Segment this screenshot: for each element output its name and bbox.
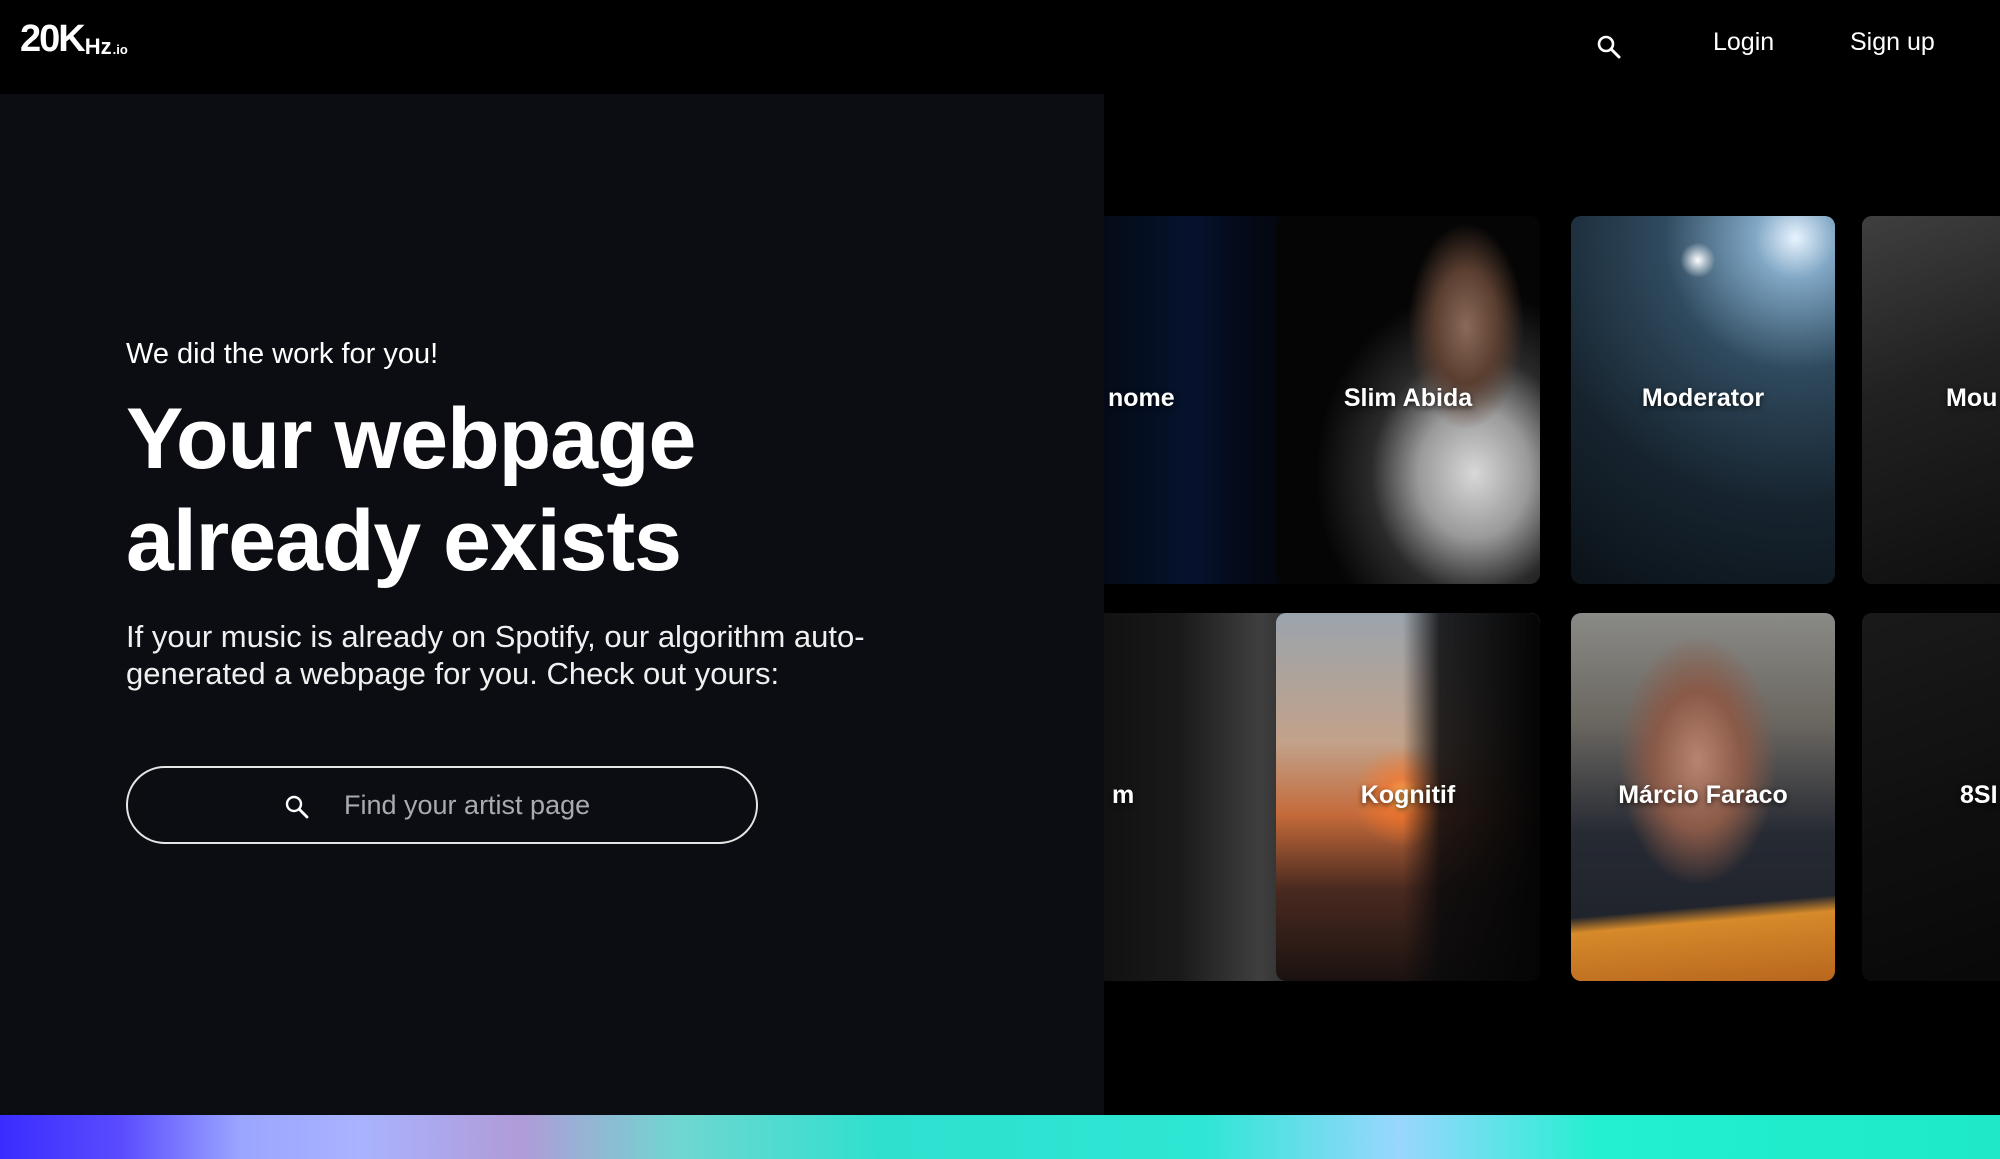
- artist-card-name: Slim Abida: [1343, 384, 1473, 412]
- artist-card[interactable]: 8SI: [1862, 613, 2000, 981]
- artist-card-name: Mou: [1946, 384, 1998, 412]
- logo[interactable]: 20K Hz .io: [20, 20, 128, 58]
- artist-search-input[interactable]: Find your artist page: [126, 766, 758, 844]
- hero-eyebrow: We did the work for you!: [126, 338, 439, 370]
- artist-card-name: 8SI: [1960, 781, 1998, 809]
- artist-card-name: Márcio Faraco: [1618, 781, 1788, 809]
- artist-gallery: nome Slim Abida Moderator Mou m Kognitif…: [1104, 94, 2000, 1115]
- search-placeholder: Find your artist page: [344, 790, 591, 820]
- search-icon: [284, 794, 310, 820]
- artist-card-name: Moderator: [1641, 384, 1765, 412]
- hero-title-line-1: Your webpage: [126, 391, 696, 487]
- search-icon[interactable]: [1596, 34, 1622, 60]
- artist-card[interactable]: Mou: [1862, 216, 2000, 584]
- artist-card[interactable]: Márcio Faraco: [1571, 613, 1835, 981]
- artist-card[interactable]: Kognitif: [1276, 613, 1540, 981]
- accent-gradient-bar: [0, 1115, 2000, 1159]
- top-header: 20K Hz .io Login Sign up: [0, 0, 2000, 94]
- logo-unit: Hz: [84, 34, 112, 59]
- logo-number: 20K: [20, 18, 86, 60]
- hero-section: We did the work for you! Your webpage al…: [0, 94, 1104, 1115]
- artist-card[interactable]: Moderator: [1571, 216, 1835, 584]
- hero-title-line-2: already exists: [126, 493, 682, 589]
- hero-description: If your music is already on Spotify, our…: [126, 619, 865, 691]
- hero-title: Your webpage already exists: [126, 388, 926, 592]
- signup-link[interactable]: Sign up: [1850, 28, 1935, 57]
- logo-domain: .io: [112, 42, 128, 57]
- login-link[interactable]: Login: [1713, 28, 1774, 57]
- artist-card-name: Kognitif: [1360, 781, 1456, 809]
- artist-card[interactable]: Slim Abida: [1276, 216, 1540, 584]
